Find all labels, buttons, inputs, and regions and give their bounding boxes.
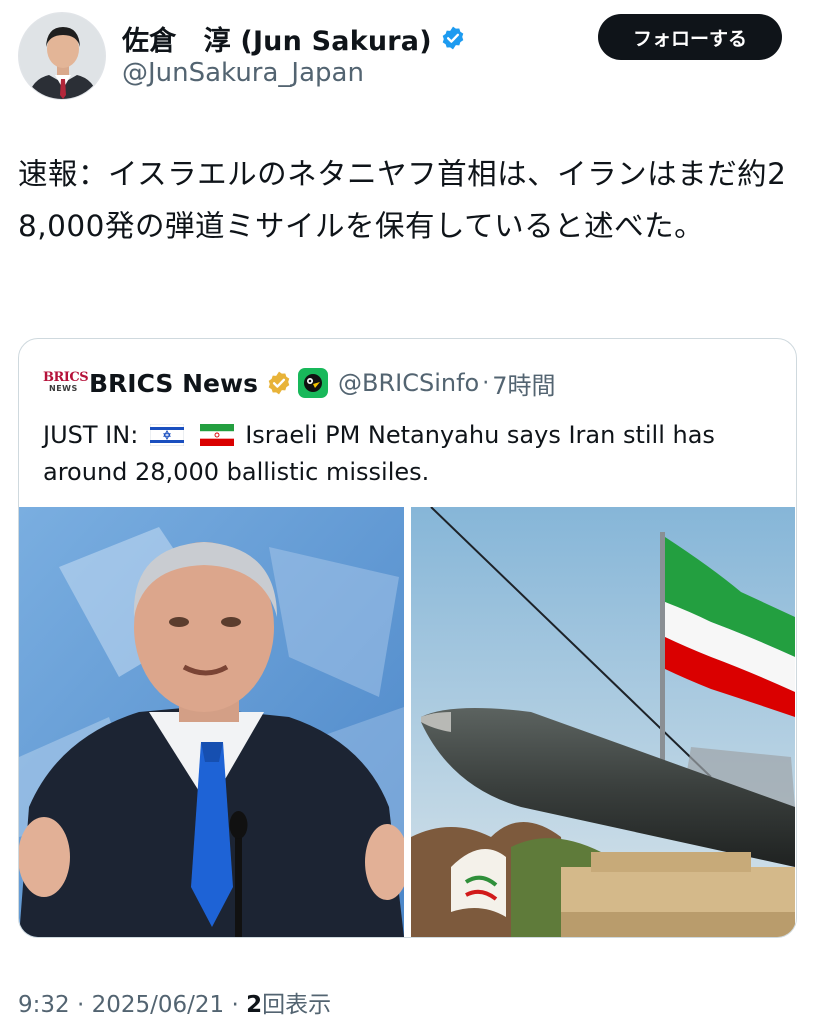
avatar-photo [19, 13, 105, 99]
separator-dot: · [482, 370, 490, 396]
follow-button[interactable]: フォローする [598, 14, 782, 60]
media-image-speaker[interactable] [19, 507, 404, 937]
quoted-tweet-header: BRICS NEWS BRICS News @BRICSinfo · 7時間 [43, 365, 556, 401]
iran-flag-icon [199, 424, 234, 446]
quoted-text-prefix: JUST IN: [43, 421, 139, 449]
logo-text-bottom: NEWS [49, 384, 78, 393]
quoted-author-name[interactable]: BRICS News [89, 369, 258, 398]
tweet-time[interactable]: 9:32 [18, 992, 70, 1018]
media-image-missile[interactable] [411, 507, 795, 937]
gold-verified-badge-icon [268, 371, 290, 395]
views-count: 2 [246, 992, 263, 1018]
logo-text-top: BRICS [43, 370, 89, 385]
affiliate-badge-icon[interactable] [297, 368, 328, 398]
author-display-name[interactable]: 佐倉 淳 (Jun Sakura) [122, 19, 432, 58]
israel-flag-icon [149, 424, 184, 446]
verified-badge-icon [442, 26, 464, 50]
quoted-tweet-card[interactable]: BRICS NEWS BRICS News @BRICSinfo · 7時間 J… [18, 338, 797, 938]
avatar[interactable] [18, 12, 106, 100]
quoted-tweet-time[interactable]: 7時間 [492, 366, 555, 401]
tweet-text: 速報：イスラエルのネタニヤフ首相は、イランはまだ約28,000発の弾道ミサイルを… [18, 157, 787, 243]
quoted-author-handle[interactable]: @BRICSinfo [338, 369, 479, 397]
meta-separator: · [224, 992, 247, 1018]
media-grid [19, 507, 795, 937]
tweet-meta: 9:32 · 2025/06/21 · 2回表示 [18, 985, 331, 1019]
author-name-row[interactable]: 佐倉 淳 (Jun Sakura) [122, 18, 466, 58]
views-label: 回表示 [262, 992, 332, 1018]
author-handle[interactable]: @JunSakura_Japan [122, 58, 364, 88]
brics-news-logo[interactable]: BRICS NEWS [43, 367, 89, 399]
quoted-tweet-text: JUST IN: Israeli PM Netanyahu says Iran … [43, 417, 773, 491]
tweet-date[interactable]: 2025/06/21 [92, 992, 225, 1018]
meta-separator: · [69, 992, 92, 1018]
quoted-text-body: Israeli PM Netanyahu says Iran still has… [43, 421, 715, 486]
